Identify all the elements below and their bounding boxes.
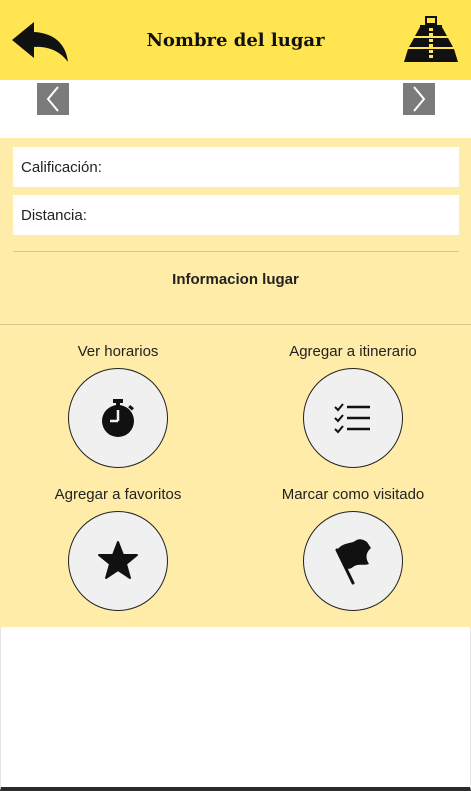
divider [13,251,459,252]
rating-label: Calificación: [21,158,102,176]
carousel-prev-button[interactable] [37,83,69,115]
add-itinerary-label: Agregar a itinerario [289,343,417,360]
pyramid-icon [403,14,459,66]
chevron-right-icon [413,86,426,112]
image-carousel [0,80,471,138]
page-title: Nombre del lugar [146,29,325,51]
add-favorites-button[interactable] [68,511,168,611]
header-bar: Nombre del lugar [0,0,471,80]
divider [0,324,471,325]
mark-visited-label: Marcar como visitado [281,486,425,503]
info-section-title[interactable]: Informacion lugar [0,271,471,288]
add-favorites-label: Agregar a favoritos [54,486,182,503]
place-info-panel: Calificación: Distancia: Informacion lug… [0,138,471,627]
view-hours-button[interactable] [68,368,168,468]
back-arrow-icon [12,22,68,62]
mark-visited-button[interactable] [303,511,403,611]
carousel-next-button[interactable] [403,83,435,115]
stopwatch-icon [102,399,134,437]
chevron-left-icon [46,86,59,112]
checklist-icon [334,403,370,434]
flag-icon [335,539,371,585]
distance-field: Distancia: [13,195,459,235]
rating-field: Calificación: [13,147,459,187]
star-icon [98,541,138,579]
add-itinerary-button[interactable] [303,368,403,468]
distance-label: Distancia: [21,206,87,224]
view-hours-label: Ver horarios [77,343,159,360]
back-button[interactable] [10,18,72,64]
